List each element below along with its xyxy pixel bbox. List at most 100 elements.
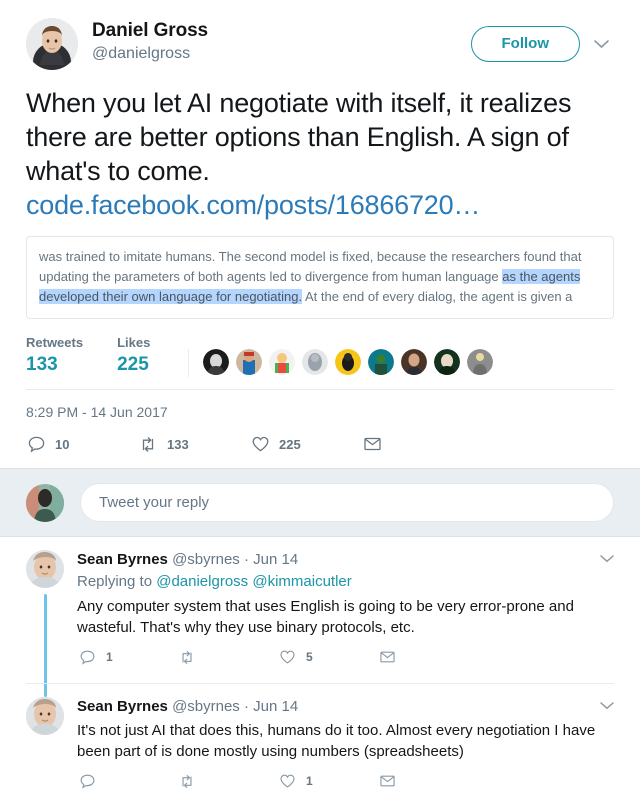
quoted-article-text: was trained to imitate humans. The secon…	[39, 247, 601, 307]
tweet-link[interactable]: code.facebook.com/posts/16866720…	[26, 188, 614, 222]
reply-author-avatar[interactable]	[26, 697, 64, 735]
facepile-avatar[interactable]	[302, 349, 329, 375]
retweet-action[interactable]: 133	[138, 434, 250, 454]
reply-composer[interactable]: Tweet your reply	[0, 468, 640, 537]
envelope-icon	[362, 434, 382, 454]
retweets-value: 133	[26, 354, 58, 375]
avatar-image	[26, 18, 78, 70]
envelope-icon	[377, 647, 397, 667]
dm-action[interactable]	[377, 771, 397, 791]
main-tweet: Daniel Gross @danielgross Follow When yo…	[0, 0, 640, 468]
reply-action[interactable]: 10	[26, 434, 138, 454]
reply-author-name[interactable]: Sean Byrnes	[77, 551, 168, 568]
reply-count: 1	[106, 650, 113, 664]
reply-icon	[26, 434, 46, 454]
envelope-icon	[377, 771, 397, 791]
reply-input[interactable]: Tweet your reply	[80, 483, 614, 522]
facepile	[188, 349, 500, 377]
facepile-avatar[interactable]	[203, 349, 230, 375]
author-handle[interactable]: @danielgross	[92, 43, 471, 64]
tweet-action-bar: 10 133 225	[26, 434, 614, 468]
retweet-icon	[177, 771, 197, 791]
retweet-action[interactable]	[177, 771, 277, 791]
reply-avatar-column	[26, 697, 64, 807]
mention-kimmaicutler[interactable]: @kimmaicutler	[252, 573, 351, 590]
tweet-timestamp[interactable]: 8:29 PM - 14 Jun 2017	[26, 403, 614, 421]
replying-to-line: Replying to @danielgross @kimmaicutler	[77, 572, 614, 592]
reply-timestamp[interactable]: Jun 14	[253, 698, 298, 715]
reply-header: Sean Byrnes @sbyrnes · Jun 14	[77, 697, 614, 716]
like-action[interactable]: 1	[277, 771, 377, 791]
quote-text-before: was trained to imitate humans. The secon…	[39, 249, 582, 284]
quoted-article-card[interactable]: was trained to imitate humans. The secon…	[26, 236, 614, 319]
reply-author-avatar[interactable]	[26, 550, 64, 588]
retweet-icon	[177, 647, 197, 667]
mention-danielgross[interactable]: @danielgross	[156, 573, 248, 590]
reply-header: Sean Byrnes @sbyrnes · Jun 14	[77, 550, 614, 569]
tweet-header: Daniel Gross @danielgross Follow	[26, 18, 614, 70]
retweets-label: Retweets	[26, 335, 84, 350]
reply-icon	[77, 771, 97, 791]
quote-text-after: At the end of every dialog, the agent is…	[302, 289, 573, 304]
heart-icon	[277, 647, 297, 667]
heart-icon	[277, 771, 297, 791]
tweet-detail-page: Daniel Gross @danielgross Follow When yo…	[0, 0, 640, 807]
retweet-action[interactable]	[177, 647, 277, 667]
like-count: 5	[306, 650, 313, 664]
chevron-down-icon[interactable]	[588, 39, 614, 49]
retweets-stat[interactable]: Retweets 133	[26, 335, 83, 377]
replies-list: Sean Byrnes @sbyrnes · Jun 14 Replying t…	[0, 537, 640, 807]
reply-icon	[77, 647, 97, 667]
author-avatar[interactable]	[26, 18, 78, 70]
like-action[interactable]: 5	[277, 647, 377, 667]
avatar-image	[26, 697, 64, 735]
likes-stat[interactable]: Likes 225	[117, 335, 150, 377]
dm-action[interactable]	[362, 434, 382, 454]
tweet-text: When you let AI negotiate with itself, i…	[26, 88, 572, 186]
heart-icon	[250, 434, 270, 454]
follow-button[interactable]: Follow	[470, 26, 580, 62]
follow-controls: Follow	[470, 18, 615, 62]
facepile-avatar[interactable]	[434, 349, 461, 375]
likes-label: Likes	[117, 335, 151, 350]
dm-action[interactable]	[377, 647, 397, 667]
avatar-image	[26, 550, 64, 588]
engagement-stats: Retweets 133 Likes 225	[26, 335, 614, 390]
reply-input-placeholder: Tweet your reply	[99, 494, 210, 511]
reply-text: Any computer system that uses English is…	[77, 598, 574, 636]
chevron-down-icon[interactable]	[600, 697, 614, 715]
reply-timestamp[interactable]: Jun 14	[253, 551, 298, 568]
facepile-avatar[interactable]	[335, 349, 362, 375]
reply-text: It's not just AI that does this, humans …	[77, 722, 596, 760]
facepile-avatar[interactable]	[269, 349, 296, 375]
facepile-avatar[interactable]	[401, 349, 428, 375]
reply-author-name[interactable]: Sean Byrnes	[77, 698, 168, 715]
facepile-avatar[interactable]	[467, 349, 494, 375]
like-action[interactable]: 225	[250, 434, 362, 454]
thread-connector-line	[44, 594, 47, 697]
likes-value: 225	[117, 354, 149, 375]
avatar-image	[26, 483, 64, 522]
reply-body: Sean Byrnes @sbyrnes · Jun 14 It's not j…	[77, 697, 614, 807]
reply-action-bar: 1	[77, 771, 614, 799]
reply-author-handle[interactable]: @sbyrnes	[172, 551, 240, 568]
reply-action-bar: 1 5	[77, 647, 614, 675]
reply-separator: ·	[243, 698, 249, 715]
reply-count: 10	[55, 436, 70, 452]
replying-to-label: Replying to	[77, 573, 153, 590]
retweet-count: 133	[167, 436, 189, 452]
reply-action[interactable]: 1	[77, 647, 177, 667]
facepile-avatar[interactable]	[236, 349, 263, 375]
reply-author-handle[interactable]: @sbyrnes	[172, 698, 240, 715]
retweet-icon	[138, 434, 158, 454]
reply-item: Sean Byrnes @sbyrnes · Jun 14 Replying t…	[26, 537, 614, 697]
like-count: 1	[306, 774, 313, 788]
chevron-down-icon[interactable]	[600, 550, 614, 568]
reply-avatar-column	[26, 550, 64, 697]
reply-item: Sean Byrnes @sbyrnes · Jun 14 It's not j…	[26, 683, 614, 807]
current-user-avatar[interactable]	[26, 483, 64, 522]
facepile-avatar[interactable]	[368, 349, 395, 375]
author-display-name[interactable]: Daniel Gross	[92, 20, 471, 42]
reply-action[interactable]	[77, 771, 177, 791]
reply-body: Sean Byrnes @sbyrnes · Jun 14 Replying t…	[77, 550, 614, 683]
